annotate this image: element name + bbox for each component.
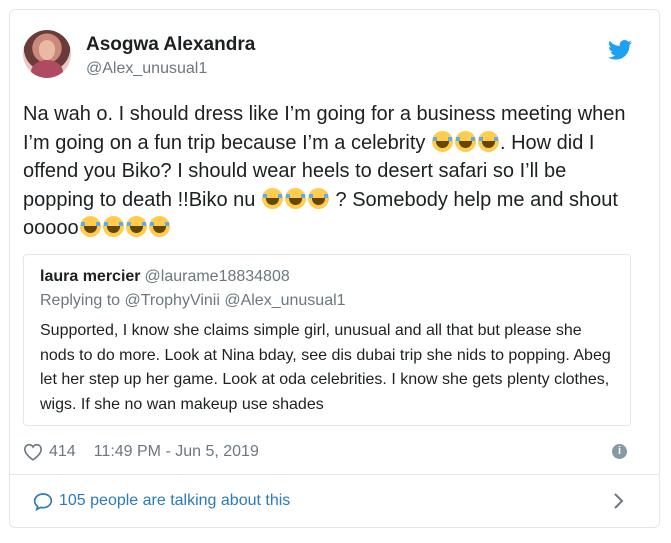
- quoted-author-handle: @laurame18834808: [144, 268, 290, 285]
- laughing-crying-emoji-icon: [455, 130, 476, 152]
- author-name[interactable]: Asogwa Alexandra: [86, 34, 255, 56]
- laughing-crying-emoji-icon: [478, 130, 499, 152]
- tweet-meta: 414 11:49 PM - Jun 5, 2019: [23, 440, 259, 464]
- laughing-crying-emoji-icon: [125, 216, 147, 237]
- twitter-bird-icon[interactable]: [608, 40, 632, 60]
- quoted-text: Supported, I know she claims simple girl…: [40, 322, 611, 413]
- info-icon[interactable]: i: [612, 444, 627, 459]
- laughing-crying-emoji-icon: [261, 187, 283, 209]
- timestamp-link[interactable]: 11:49 PM - Jun 5, 2019: [94, 443, 259, 461]
- quoted-author-name: laura mercier: [40, 268, 141, 285]
- divider: [9, 474, 660, 475]
- laughing-crying-emoji-icon: [307, 187, 329, 209]
- avatar-body: [31, 60, 63, 78]
- heart-icon[interactable]: [23, 443, 43, 461]
- laughing-crying-emoji-icon: [79, 216, 101, 237]
- quoted-tweet[interactable]: laura mercier @laurame18834808 Replying t…: [23, 254, 631, 426]
- laughing-crying-emoji-icon: [148, 216, 170, 237]
- conversation-link[interactable]: 105 people are talking about this: [33, 489, 290, 513]
- like-count[interactable]: 414: [49, 443, 76, 461]
- laughing-crying-emoji-icon: [102, 216, 124, 237]
- avatar-face: [39, 40, 55, 60]
- conversation-label: 105 people are talking about this: [59, 492, 291, 509]
- author-handle[interactable]: @Alex_unusual1: [86, 60, 207, 78]
- quoted-replying-to: Replying to @TrophyVinii @Alex_unusual1: [40, 292, 346, 309]
- quoted-author: laura mercier @laurame18834808: [40, 268, 290, 286]
- avatar[interactable]: [23, 30, 71, 78]
- laughing-crying-emoji-icon: [284, 187, 306, 209]
- chevron-right-icon[interactable]: [613, 492, 625, 510]
- laughing-crying-emoji-icon: [432, 130, 453, 152]
- tweet-text: Na wah o. I should dress like I’m going …: [23, 100, 633, 243]
- speech-bubble-icon: [33, 492, 53, 511]
